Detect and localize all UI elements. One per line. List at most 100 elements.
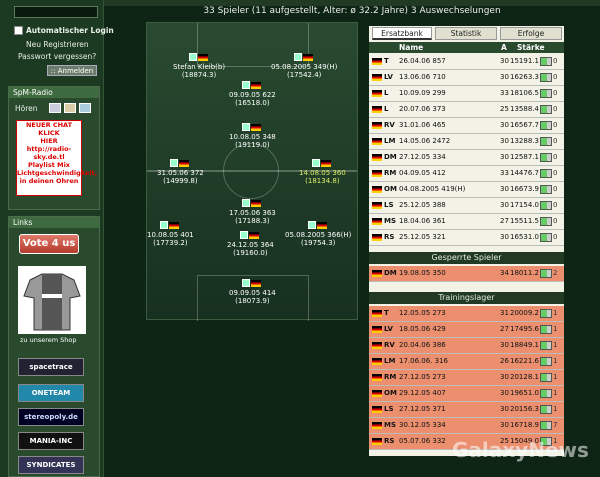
strength-cell: 18011.2 [510,269,539,277]
banner-stereopoly[interactable]: stereopoly.de [18,408,84,426]
player-strength: (16518.0) [235,99,270,107]
player-name: 05.08.2005 366(H) [285,231,352,239]
shop-shirt-image[interactable] [18,266,86,334]
tab-statistik[interactable]: Statistik [435,27,497,40]
germany-flag-icon [317,222,328,229]
table-row[interactable]: OM 04.08.2005 419(H) 30 16673.9 0 [369,182,564,198]
player-name-cell[interactable]: 27.12.05 273 [399,373,499,381]
germany-flag-icon [169,222,180,229]
player-name-cell[interactable]: 04.08.2005 419(H) [399,185,499,193]
table-row[interactable]: DM 27.12.05 334 30 12587.1 0 [369,150,564,166]
squad-panel: Ersatzbank Statistik Erfolge Name A Stär… [369,26,564,456]
radio-media-icon[interactable] [64,103,76,113]
field-player-goalkeeper[interactable]: 09.09.05 414 (18073.9) [229,279,276,305]
count-cell: 0 [553,89,558,97]
table-row[interactable]: LS 25.12.05 388 30 17154.0 0 [369,198,564,214]
radio-ad-banner[interactable]: NEUER CHAT KLICK HIER http://radio- sky.… [16,120,97,196]
player-name-cell[interactable]: 13.06.06 710 [399,73,499,81]
player-name-cell[interactable]: 10.09.09 299 [399,89,499,97]
player-name-cell[interactable]: 25.12.05 388 [399,201,499,209]
player-name-cell[interactable]: 18.04.06 361 [399,217,499,225]
player-name: 10.08.05 348 [229,133,276,141]
form-bar-icon [540,201,552,210]
shop-link[interactable]: zu unserem Shop [20,336,77,344]
player-name-cell[interactable]: 25.12.05 321 [399,233,499,241]
login-input[interactable] [14,6,98,18]
radio-player-icon[interactable] [49,103,61,113]
player-name-cell[interactable]: 14.05.06 2472 [399,137,499,145]
position-cell: OM [384,185,397,193]
player-strength: (19160.0) [233,249,268,257]
player-name-cell[interactable]: 04.09.05 412 [399,169,499,177]
banner-oneteam[interactable]: ONETEAM [18,384,84,402]
forgot-password-link[interactable]: Passwort vergessen? [18,52,96,61]
player-name-cell[interactable]: 19.08.05 350 [399,269,499,277]
player-name-cell[interactable]: 29.12.05 407 [399,389,499,397]
table-row[interactable]: L 10.09.09 299 33 18106.5 0 [369,86,564,102]
table-row[interactable]: RS 25.12.05 321 30 16531.0 0 [369,230,564,246]
player-name: 09.09.05 622 [229,91,276,99]
count-cell: 0 [553,105,558,113]
germany-flag-icon [372,270,382,277]
field-player[interactable]: 10.08.05 348 (19119.0) [229,123,276,149]
player-shirt-icon [189,53,198,61]
player-name-cell[interactable]: 27.12.05 334 [399,153,499,161]
table-row[interactable]: LM 14.05.06 2472 30 13288.3 0 [369,134,564,150]
table-row[interactable]: RV 31.01.06 465 30 16567.7 0 [369,118,564,134]
field-player[interactable]: 05.08.2005 349(H) (17542.4) [271,53,337,79]
field-player[interactable]: 10.08.05 401 (17739.2) [147,221,194,247]
table-row[interactable]: RM 04.09.05 412 33 14476.7 0 [369,166,564,182]
tab-ersatzbank[interactable]: Ersatzbank [372,27,432,40]
auto-login-label: Automatischer Login [26,26,114,35]
form-bar-icon [540,217,552,226]
player-name-cell[interactable]: 20.07.06 373 [399,105,499,113]
germany-flag-icon [372,390,382,397]
field-player[interactable]: 31.05.06 372 (14999.8) [157,159,204,185]
tab-bar: Ersatzbank Statistik Erfolge [369,26,564,41]
table-row[interactable]: LV 18.05.06 429 27 17495.6 1 [369,322,564,338]
field-player[interactable]: Stefan Kleib(b) (18874.3) [173,53,225,79]
table-row[interactable]: T 12.05.05 273 31 20009.2 1 [369,306,564,322]
germany-flag-icon [372,106,382,113]
position-cell: LS [384,201,394,209]
tab-erfolge[interactable]: Erfolge [500,27,562,40]
login-button[interactable]: :: Anmelden [47,65,97,76]
field-player[interactable]: 09.09.05 622 (16518.0) [229,81,276,107]
banner-mania[interactable]: MANIA-INC [18,432,84,450]
table-row[interactable]: RV 20.04.06 386 30 18849.1 1 [369,338,564,354]
player-name-cell[interactable]: 20.04.06 386 [399,341,499,349]
field-player[interactable]: 05.08.2005 366(H) (19754.3) [285,221,351,247]
table-row[interactable]: LV 13.06.06 710 30 16263.3 0 [369,70,564,86]
player-name-cell[interactable]: 18.05.06 429 [399,325,499,333]
count-cell: 1 [553,341,558,349]
position-cell: RV [384,121,395,129]
vote-button[interactable]: Vote 4 us [19,234,79,254]
field-player[interactable]: 17.05.06 363 (17188.3) [229,199,276,225]
table-row[interactable]: MS 30.12.05 334 30 16718.9 7 [369,418,564,434]
table-row[interactable]: LM 17.06.06. 316 26 16221.6 1 [369,354,564,370]
table-row[interactable]: L 20.07.06 373 25 13588.4 0 [369,102,564,118]
player-name-cell[interactable]: 30.12.05 334 [399,421,499,429]
table-row[interactable]: MS 18.04.06 361 27 15511.5 0 [369,214,564,230]
player-name-cell[interactable]: 17.06.06. 316 [399,357,499,365]
auto-login-checkbox[interactable] [14,26,23,35]
player-name-cell[interactable]: 12.05.05 273 [399,309,499,317]
field-player[interactable]: 24.12.05 364 (19160.0) [227,231,274,257]
table-row[interactable]: T 26.04.06 857 30 15191.1 0 [369,54,564,70]
table-row[interactable]: LS 27.12.05 371 30 20156.3 1 [369,402,564,418]
radio-stream-icon[interactable] [79,103,91,113]
count-cell: 0 [553,57,558,65]
banner-spacetrace[interactable]: spacetrace [18,358,84,376]
player-name-cell[interactable]: 26.04.06 857 [399,57,499,65]
table-row[interactable]: RM 27.12.05 273 30 20128.1 1 [369,370,564,386]
table-row[interactable]: DM 19.08.05 350 34 18011.2 2 [369,266,564,282]
field-player[interactable]: 14.08.05 360 (18134.8) [299,159,346,185]
germany-flag-icon [251,280,262,287]
register-link[interactable]: Neu Registrieren [26,40,89,49]
player-name-cell[interactable]: 31.01.06 465 [399,121,499,129]
player-name: 09.09.05 414 [229,289,276,297]
banner-syndicates[interactable]: SYNDICATES [18,456,84,474]
table-row[interactable]: OM 29.12.05 407 30 19651.0 1 [369,386,564,402]
player-name-cell[interactable]: 27.12.05 371 [399,405,499,413]
form-bar-icon [540,357,552,366]
